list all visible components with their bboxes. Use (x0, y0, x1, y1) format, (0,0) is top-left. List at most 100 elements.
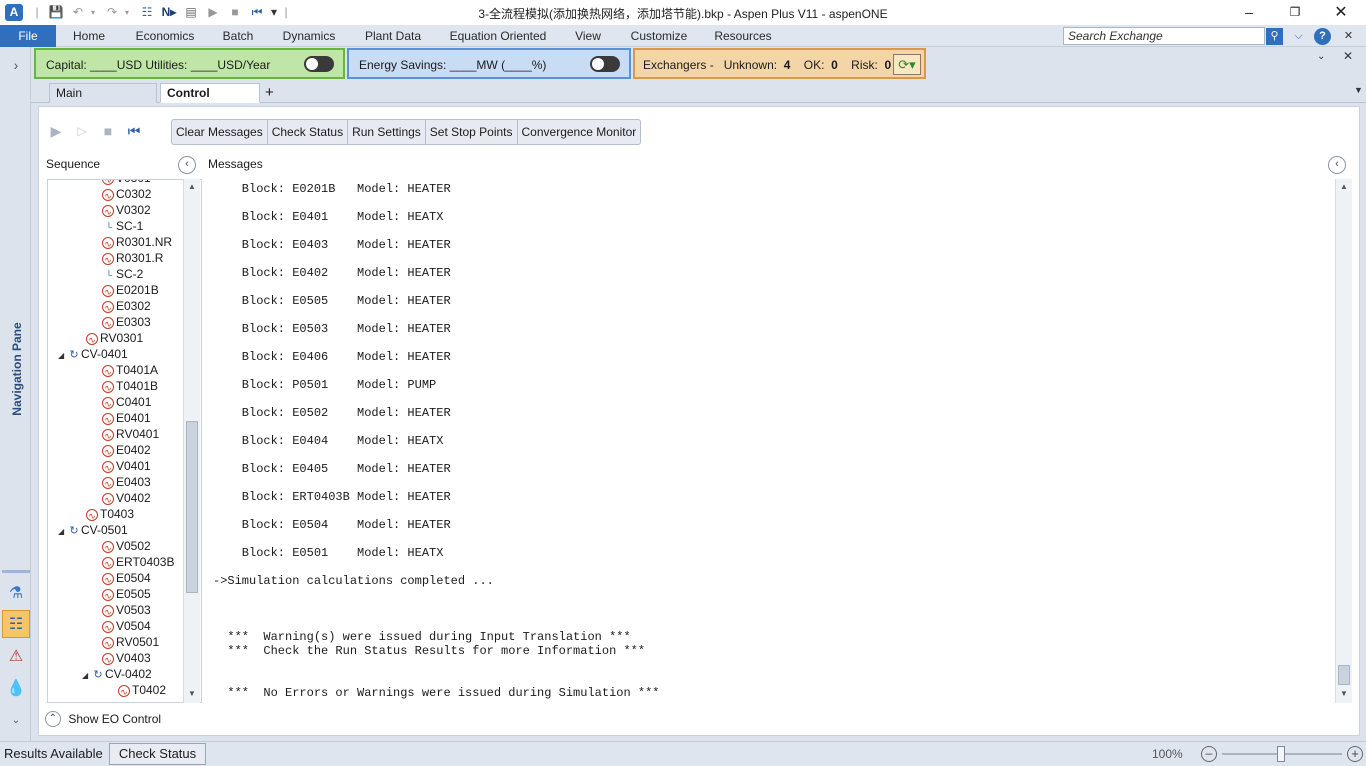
sequence-item[interactable]: ∿ V0403 (102, 650, 151, 666)
sequence-tree[interactable]: ∿V0301∿C0302∿V0302└SC-1∿R0301.NR∿R0301.R… (47, 179, 202, 703)
sequence-item[interactable]: ∿ V0502 (102, 538, 151, 554)
reset-icon[interactable]: ⏮ (125, 122, 143, 140)
sequence-item[interactable]: ∿ E0201B (102, 282, 159, 298)
expand-arrow-icon[interactable]: ◢ (58, 348, 67, 364)
tab-home[interactable]: Home (62, 25, 116, 47)
scroll-thumb[interactable] (1338, 665, 1350, 685)
scroll-up-icon[interactable]: ▲ (1339, 182, 1349, 191)
sequence-item[interactable]: ∿ R0301.NR (102, 234, 172, 250)
navigation-pane-tab[interactable]: Navigation Pane (2, 317, 30, 427)
sequence-item[interactable]: ∿ R0301.R (102, 250, 163, 266)
ribbon-collapse-icon[interactable]: ⌵ (1290, 28, 1307, 45)
exchanger-refresh-icon[interactable]: ⟳▾ (893, 54, 921, 75)
collapse-messages-icon[interactable]: ‹ (1328, 156, 1346, 174)
sequence-item[interactable]: ◢ ↻ CV-0401 (58, 346, 128, 362)
restore-button[interactable]: ❐ (1272, 0, 1318, 25)
sequence-item[interactable]: ∿ E0401 (102, 410, 151, 426)
check-status-button[interactable]: Check Status (268, 120, 349, 144)
tab-list-dropdown-icon[interactable]: ▼ (1354, 85, 1363, 95)
run-settings-button[interactable]: Run Settings (348, 120, 426, 144)
sequence-item[interactable]: ∿ E0302 (102, 298, 151, 314)
sequence-item[interactable]: └ SC-1 (102, 218, 144, 234)
safety-analysis-nav-icon[interactable]: ⚠ (2, 643, 30, 671)
sequence-item[interactable]: ∿ RV0301 (86, 330, 143, 346)
close-button[interactable]: ✕ (1318, 0, 1364, 25)
sequence-item[interactable]: ◢ ↻ CV-0501 (58, 522, 128, 538)
sequence-item[interactable]: ∿ RV0501 (102, 634, 159, 650)
zoom-slider-thumb[interactable] (1277, 746, 1285, 762)
sequence-item[interactable]: ∿ V0401 (102, 458, 151, 474)
sequence-item[interactable]: ∿ RV0401 (102, 426, 159, 442)
clear-messages-button[interactable]: Clear Messages (172, 120, 268, 144)
tab-batch[interactable]: Batch (214, 25, 262, 47)
show-eo-control[interactable]: ⌃ Show EO Control (45, 711, 161, 727)
check-status-status-button[interactable]: Check Status (109, 743, 206, 765)
zoom-in-icon[interactable]: + (1347, 746, 1363, 762)
sequence-item[interactable]: ∿ T0403 (86, 506, 134, 522)
tab-dynamics[interactable]: Dynamics (274, 25, 344, 47)
message-line: Block: E0504 Model: HEATER (213, 518, 451, 532)
messages-scrollbar[interactable]: ▲ ▼ (1335, 179, 1352, 703)
sequence-item[interactable]: ∿ V0402 (102, 490, 151, 506)
convergence-monitor-button[interactable]: Convergence Monitor (518, 120, 641, 144)
tab-equation-oriented[interactable]: Equation Oriented (442, 25, 554, 47)
expand-eo-icon[interactable]: ⌃ (45, 711, 61, 727)
search-exchange-input[interactable]: Search Exchange (1063, 27, 1265, 45)
convergence-loop-icon: ↻ (93, 668, 103, 681)
collapse-sequence-icon[interactable]: ‹ (178, 156, 196, 174)
tab-customize[interactable]: Customize (622, 25, 696, 47)
sequence-item[interactable]: ∿ V0504 (102, 618, 151, 634)
configure-nav-icon[interactable]: ⌄ (2, 707, 30, 735)
expand-arrow-icon[interactable]: ◢ (82, 668, 91, 684)
tab-main-flowsheet[interactable]: Main Flowsheet✕ (49, 83, 157, 119)
sequence-item[interactable]: ∿ ERT0403B (102, 554, 174, 570)
sequence-scrollbar[interactable]: ▲ ▼ (183, 179, 200, 703)
sequence-item[interactable]: ◢ ↻ CV-0402 (82, 666, 152, 682)
tab-plant-data[interactable]: Plant Data (356, 25, 430, 47)
set-stop-points-button[interactable]: Set Stop Points (426, 120, 518, 144)
messages-pane[interactable]: Block: E0201B Model: HEATER Block: E0401… (207, 179, 1335, 703)
zoom-out-icon[interactable]: – (1201, 746, 1217, 762)
expand-navigation-icon[interactable]: › (2, 51, 30, 79)
sequence-item[interactable]: ∿ E0303 (102, 314, 151, 330)
sequence-item[interactable]: └ SC-2 (102, 266, 144, 282)
scroll-down-icon[interactable]: ▼ (1339, 689, 1349, 698)
step-icon[interactable]: ▷ (73, 122, 91, 140)
energy-toggle[interactable] (590, 56, 620, 72)
sequence-item[interactable]: ∿ C0302 (102, 186, 151, 202)
tab-economics[interactable]: Economics (128, 25, 202, 47)
sequence-item[interactable]: ∿ C0401 (102, 394, 151, 410)
tab-file[interactable]: File (0, 25, 56, 48)
block-icon: ∿ (102, 252, 114, 265)
infobar-close-icon[interactable]: ✕ (1343, 49, 1353, 63)
stop-icon[interactable]: ■ (99, 122, 117, 140)
energy-analysis-nav-icon[interactable]: 💧 (2, 675, 30, 703)
ribbon-close-icon[interactable]: ✕ (1340, 28, 1357, 45)
properties-nav-icon[interactable]: ⚗ (2, 580, 30, 608)
simulation-nav-icon[interactable]: ☷ (2, 610, 30, 638)
capital-toggle[interactable] (304, 56, 334, 72)
sequence-item[interactable]: ∿ T0401B (102, 378, 158, 394)
expand-arrow-icon[interactable]: ◢ (58, 524, 67, 540)
infobar-collapse-icon[interactable]: ⌄ (1317, 51, 1325, 62)
tab-resources[interactable]: Resources (708, 25, 778, 47)
sequence-item[interactable]: ∿ T0402 (118, 682, 166, 698)
sequence-item[interactable]: ∿ E0504 (102, 570, 151, 586)
sequence-item[interactable]: ∿ E0402 (102, 442, 151, 458)
new-tab-icon[interactable]: + (263, 83, 283, 103)
minimize-button[interactable]: – (1226, 0, 1272, 25)
sequence-item[interactable]: ∿ E0403 (102, 474, 151, 490)
tab-control-panel[interactable]: Control Panel✕ (160, 83, 260, 119)
sequence-item[interactable]: ∿ E0505 (102, 586, 151, 602)
scroll-thumb[interactable] (186, 421, 198, 593)
sequence-item[interactable]: ∿ T0401A (102, 362, 158, 378)
run-icon[interactable]: ▶ (47, 122, 65, 140)
tab-view[interactable]: View (566, 25, 610, 47)
sequence-item[interactable]: ∿ V0503 (102, 602, 151, 618)
search-icon[interactable]: ⚲ (1266, 28, 1283, 45)
sequence-item[interactable]: ∿ V0302 (102, 202, 151, 218)
help-icon[interactable]: ? (1314, 28, 1331, 45)
scroll-up-icon[interactable]: ▲ (187, 182, 197, 191)
scroll-down-icon[interactable]: ▼ (187, 689, 197, 698)
sequence-item[interactable]: ∿V0301 (102, 180, 151, 186)
